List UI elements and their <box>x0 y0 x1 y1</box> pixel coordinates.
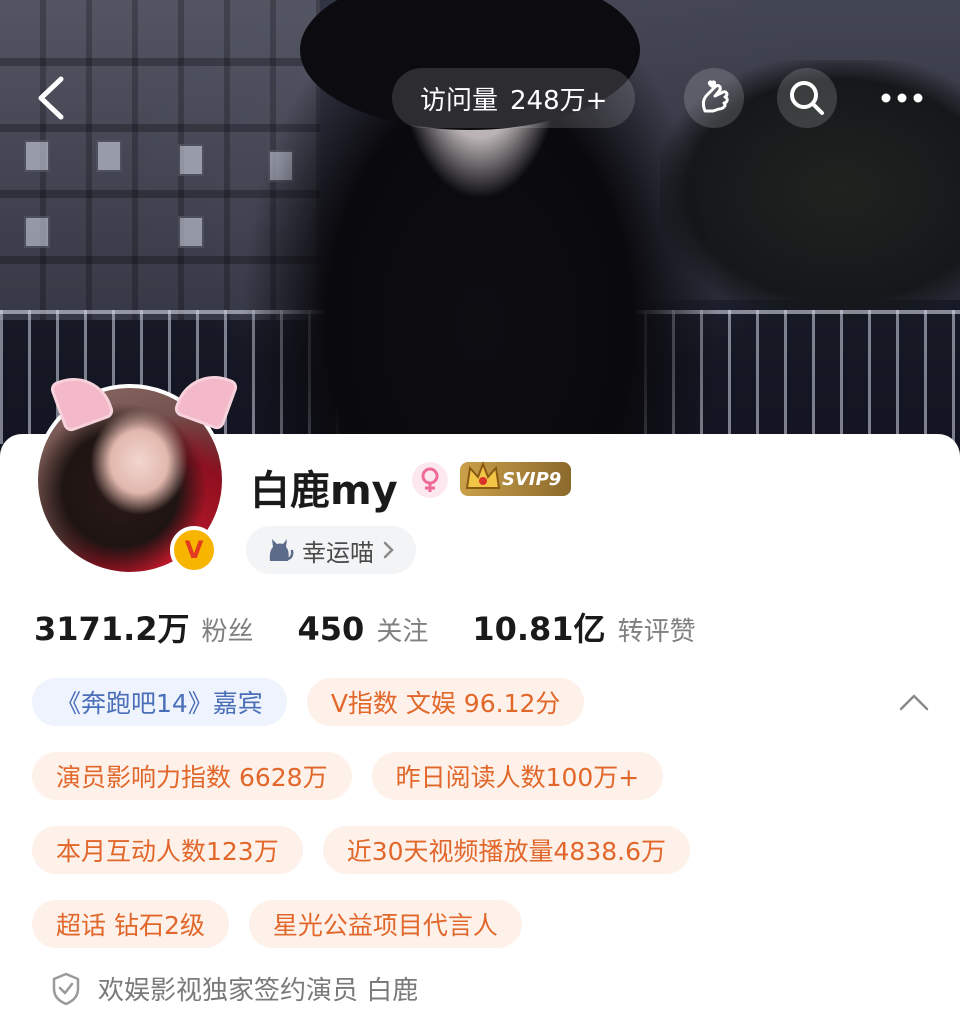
stat-following[interactable]: 450 关注 <box>298 610 429 648</box>
stat-value: 450 <box>297 610 365 648</box>
visits-label: 访问量 <box>420 85 499 116</box>
cover-window <box>24 216 50 248</box>
stat-followers[interactable]: 3171.2万 粉丝 <box>34 604 254 650</box>
stat-interactions[interactable]: 10.81亿 转评赞 <box>472 604 695 650</box>
stat-value: 10.81亿 <box>472 610 606 648</box>
back-arrow-icon <box>38 76 64 120</box>
more-dots-icon <box>881 93 923 103</box>
back-button[interactable] <box>20 68 80 128</box>
tag-row: 《奔跑吧14》嘉宾 V指数 文娱 96.12分 <box>32 678 892 726</box>
stat-label: 转评赞 <box>617 617 696 647</box>
female-gender-icon <box>412 462 448 498</box>
tag-actor-influence[interactable]: 演员影响力指数 6628万 <box>32 752 352 800</box>
tag-charity-ambassador[interactable]: 星光公益项目代言人 <box>248 900 522 948</box>
tag-show-guest[interactable]: 《奔跑吧14》嘉宾 <box>32 678 287 726</box>
verified-badge-icon: V <box>170 526 218 574</box>
stats-bar: 3171.2万 粉丝 450 关注 10.81亿 转评赞 <box>34 604 740 650</box>
crown-icon <box>465 461 501 489</box>
verification-text: 欢娱影视独家签约演员 白鹿 <box>98 976 419 1006</box>
tag-monthly-interactions[interactable]: 本月互动人数123万 <box>32 826 303 874</box>
stat-label: 关注 <box>376 617 429 647</box>
stat-label: 粉丝 <box>201 617 254 647</box>
shield-check-icon <box>52 972 80 1005</box>
title-badge-button[interactable]: 幸运喵 <box>246 526 416 574</box>
svip-badge[interactable]: SVIP9 <box>460 461 572 496</box>
visits-counter: 访问量 248万+ <box>392 68 636 128</box>
chevron-up-icon <box>899 694 929 711</box>
tag-v-index[interactable]: V指数 文娱 96.12分 <box>306 678 585 726</box>
tag-row: 超话 钻石2级 星光公益项目代言人 <box>32 900 892 948</box>
profile-tags: 《奔跑吧14》嘉宾 V指数 文娱 96.12分 演员影响力指数 6628万 昨日… <box>32 678 892 974</box>
search-button[interactable] <box>777 68 837 128</box>
cat-icon <box>269 539 294 561</box>
avatar-frame[interactable]: V <box>30 364 240 578</box>
tag-supertopic-level[interactable]: 超话 钻石2级 <box>32 900 229 948</box>
more-button[interactable] <box>872 68 932 128</box>
tag-row: 本月互动人数123万 近30天视频播放量4838.6万 <box>32 826 892 874</box>
tag-row: 演员影响力指数 6628万 昨日阅读人数100万+ <box>32 752 892 800</box>
title-badge-label: 幸运喵 <box>302 538 374 567</box>
finger-heart-icon <box>701 80 729 113</box>
collapse-tags-button[interactable] <box>892 684 936 720</box>
search-icon <box>790 81 824 115</box>
visits-value: 248万+ <box>510 85 608 116</box>
svip-label: SVIP9 <box>502 468 562 490</box>
cover-window <box>178 144 204 176</box>
cover-window <box>24 140 50 172</box>
chevron-right-icon <box>383 541 394 559</box>
tag-daily-readers[interactable]: 昨日阅读人数100万+ <box>371 752 664 800</box>
username: 白鹿my <box>250 468 398 514</box>
cover-window <box>178 216 204 248</box>
verification-info[interactable]: 欢娱影视独家签约演员 白鹿 <box>50 970 418 1007</box>
finger-heart-button[interactable] <box>684 68 744 128</box>
cover-window <box>96 140 122 172</box>
stat-value: 3171.2万 <box>34 610 190 648</box>
tag-video-plays[interactable]: 近30天视频播放量4838.6万 <box>322 826 691 874</box>
